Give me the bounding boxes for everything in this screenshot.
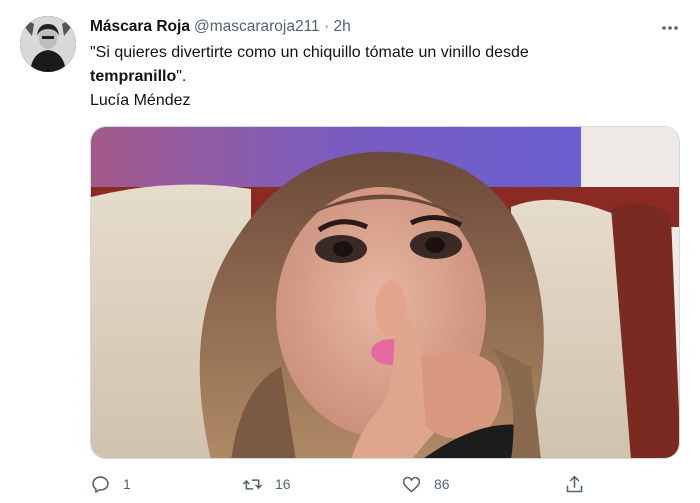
- reply-button[interactable]: 1: [90, 472, 131, 496]
- retweet-count: 16: [275, 476, 291, 492]
- tweet-header: Máscara Roja @mascararoja211 · 2h: [90, 17, 351, 37]
- tweet-text-line: tempranillo".: [90, 65, 650, 89]
- like-button[interactable]: 86: [401, 472, 450, 496]
- timestamp[interactable]: 2h: [333, 18, 350, 35]
- tweet-text-bold: tempranillo: [90, 68, 177, 85]
- share-button[interactable]: [564, 472, 585, 496]
- tweet-text-suffix: ".: [176, 68, 187, 85]
- reply-count: 1: [123, 476, 131, 492]
- avatar[interactable]: [20, 16, 76, 72]
- photo-woman-shushing: [91, 127, 679, 458]
- tweet-actions: 1 16 86: [90, 472, 590, 496]
- retweet-icon: [242, 478, 263, 490]
- reply-icon: [92, 475, 109, 493]
- separator-dot: ·: [324, 18, 330, 35]
- tweet-text-line: Lucía Méndez: [90, 92, 191, 109]
- tweet[interactable]: Máscara Roja @mascararoja211 · 2h "Si qui…: [0, 0, 700, 503]
- author-handle[interactable]: @mascararoja211: [194, 18, 320, 35]
- retweet-button[interactable]: 16: [242, 472, 291, 496]
- tweet-image[interactable]: [90, 126, 680, 459]
- share-icon: [566, 475, 583, 492]
- more-horizontal-icon[interactable]: [656, 18, 684, 38]
- author-name[interactable]: Máscara Roja: [90, 18, 190, 35]
- like-count: 86: [434, 476, 450, 492]
- heart-icon: [402, 476, 421, 492]
- tweet-text-line: "Si quieres divertirte como un chiquillo…: [90, 44, 529, 61]
- avatar-image: [20, 16, 76, 72]
- tweet-text: "Si quieres divertirte como un chiquillo…: [90, 41, 650, 113]
